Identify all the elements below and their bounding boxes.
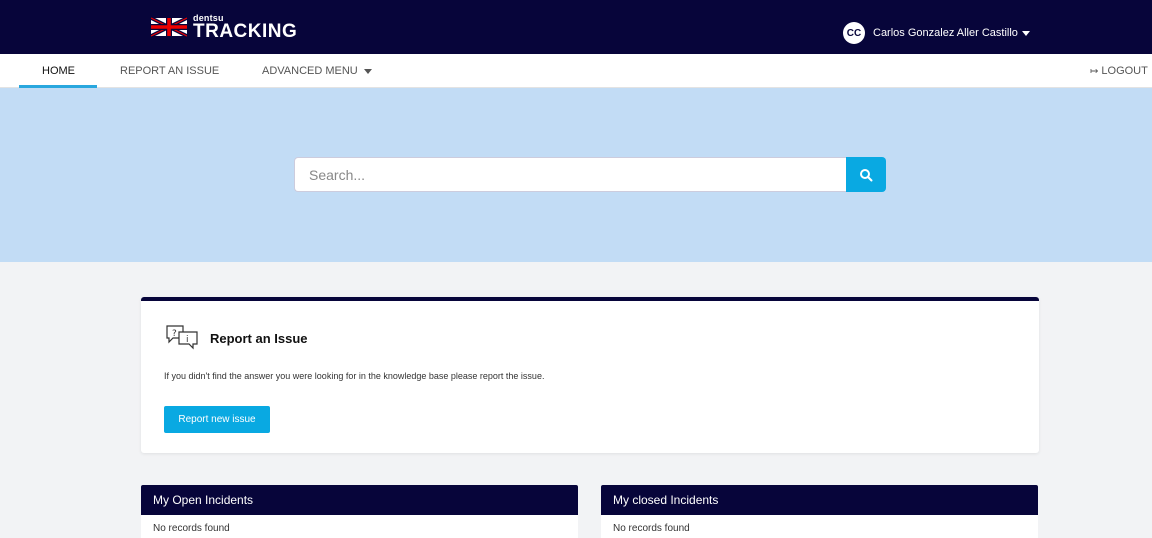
search-bar bbox=[294, 157, 886, 192]
nav-item-advanced-menu[interactable]: ADVANCED MENU bbox=[262, 54, 372, 88]
empty-message: No records found bbox=[153, 523, 230, 534]
closed-incidents-panel: My closed Incidents No records found bbox=[601, 485, 1038, 538]
user-name: Carlos Gonzalez Aller Castillo bbox=[873, 27, 1018, 39]
main-navbar: HOME REPORT AN ISSUE ADVANCED MENU bbox=[0, 54, 1152, 88]
search-button[interactable] bbox=[846, 157, 886, 192]
svg-text:?: ? bbox=[172, 329, 177, 339]
top-header: dentsu TRACKING CC Carlos Gonzalez Aller… bbox=[0, 0, 1152, 54]
nav-item-home[interactable]: HOME bbox=[42, 54, 75, 88]
card-description: If you didn't find the answer you were l… bbox=[164, 371, 545, 381]
nav-item-label: HOME bbox=[42, 65, 75, 77]
chevron-down-icon bbox=[363, 68, 372, 74]
nav-item-report-an-issue[interactable]: REPORT AN ISSUE bbox=[120, 54, 219, 88]
logout-label: LOGOUT bbox=[1101, 65, 1148, 77]
brand-logo[interactable]: dentsu TRACKING bbox=[151, 10, 297, 44]
nav-item-label: REPORT AN ISSUE bbox=[120, 65, 220, 77]
search-input[interactable] bbox=[294, 157, 846, 192]
open-incidents-panel: My Open Incidents No records found bbox=[141, 485, 578, 538]
logout-link[interactable]: ↦ LOGOUT bbox=[1090, 54, 1148, 88]
svg-text:i: i bbox=[186, 335, 189, 345]
panel-title: My Open Incidents bbox=[141, 485, 578, 515]
report-issue-card: ? i Report an Issue If you didn't find t… bbox=[141, 297, 1039, 453]
panel-title: My closed Incidents bbox=[601, 485, 1038, 515]
card-title: Report an Issue bbox=[210, 331, 308, 346]
nav-item-label: ADVANCED MENU bbox=[262, 65, 358, 77]
user-menu[interactable]: CC Carlos Gonzalez Aller Castillo bbox=[843, 21, 1030, 45]
brand-title: TRACKING bbox=[193, 20, 298, 42]
avatar: CC bbox=[843, 22, 865, 44]
brand-text: dentsu TRACKING bbox=[193, 13, 298, 42]
search-icon bbox=[860, 168, 873, 181]
report-new-issue-button[interactable]: Report new issue bbox=[164, 406, 270, 433]
empty-message: No records found bbox=[613, 523, 690, 534]
logout-icon: ↦ bbox=[1090, 65, 1099, 77]
chevron-down-icon bbox=[1021, 30, 1030, 36]
uk-flag-icon bbox=[151, 16, 187, 38]
speech-bubbles-icon: ? i bbox=[166, 325, 198, 350]
